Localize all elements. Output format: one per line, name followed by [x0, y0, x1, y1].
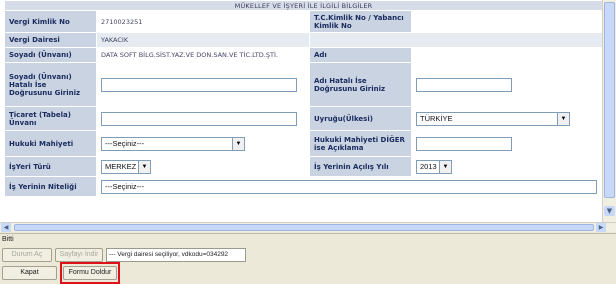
- niteligi-cell: ---Seçiniz---: [95, 176, 602, 197]
- status-bar: Bitti: [0, 233, 616, 245]
- hukuki-mahiyeti-cell: ---Seçiniz--- ▼: [96, 130, 310, 157]
- vergi-kimlik-no-label: Vergi Kimlik No: [4, 10, 97, 33]
- scroll-right-icon[interactable]: ▶: [596, 223, 606, 232]
- hukuki-diger-input[interactable]: [416, 136, 512, 151]
- ticaret-input[interactable]: [101, 111, 297, 126]
- isyeri-turu-select-value: MERKEZ: [105, 161, 137, 171]
- chevron-down-icon[interactable]: ▼: [232, 137, 244, 150]
- taxpayer-form: MÜKELLEF VE İŞYERİ İLE İLGİLİ BİLGİLER V…: [3, 0, 602, 212]
- tc-kimlik-no-value: [410, 10, 602, 33]
- highlight-box: [60, 262, 120, 284]
- vergi-dairesi-value: YAKACIK: [96, 32, 310, 48]
- isyeri-turu-cell: MERKEZ ▼: [96, 156, 310, 177]
- sayfayi-indir-button[interactable]: Sayfayı İndir: [55, 248, 103, 262]
- taxpayer-info-table: MÜKELLEF VE İŞYERİ İLE İLGİLİ BİLGİLER V…: [3, 0, 602, 197]
- uyrugu-select-value: TÜRKİYE: [420, 113, 453, 123]
- uyrugu-select[interactable]: TÜRKİYE ▼: [416, 111, 570, 126]
- vertical-scroll-thumb[interactable]: [604, 2, 615, 198]
- tc-kimlik-no-label: T.C.Kimlik No / Yabancı Kimlik No: [309, 10, 412, 33]
- adi-value: [410, 47, 602, 63]
- uyrugu-cell: TÜRKİYE ▼: [410, 106, 602, 131]
- ticaret-label: Ticaret (Tabela) Ünvanı: [4, 106, 97, 131]
- form-viewport: MÜKELLEF VE İŞYERİ İLE İLGİLİ BİLGİLER V…: [0, 0, 602, 222]
- uyrugu-label: Uyruğu(Ülkesi): [309, 106, 412, 131]
- chevron-down-icon[interactable]: ▼: [439, 160, 451, 173]
- hukuki-diger-cell: [410, 130, 602, 157]
- horizontal-scroll-thumb[interactable]: [14, 224, 594, 231]
- hukuki-mahiyeti-label: Hukuki Mahiyeti: [4, 130, 97, 157]
- form-header: MÜKELLEF VE İŞYERİ İLE İLGİLİ BİLGİLER: [3, 0, 602, 11]
- ticaret-cell: [96, 106, 310, 131]
- soyadi-label: Soyadı (Ünvanı): [4, 47, 97, 63]
- vergi-dairesi-label: Vergi Dairesi: [4, 32, 97, 48]
- horizontal-scrollbar[interactable]: ◀ ▶: [0, 222, 616, 232]
- isyeri-turu-label: İşYeri Türü: [4, 156, 97, 177]
- message-field: --- Vergi dairesi seçiliyor, vdkodu=0342…: [106, 248, 246, 262]
- acilis-yili-select-value: 2013: [420, 161, 437, 171]
- hukuki-mahiyeti-select-value: ---Seçiniz---: [105, 138, 145, 148]
- hukuki-mahiyeti-select[interactable]: ---Seçiniz--- ▼: [101, 136, 245, 151]
- soyadi-hatali-label: Soyadı (Ünvanı) Hatalı İse Doğrusunu Gir…: [4, 62, 97, 107]
- isyeri-turu-select[interactable]: MERKEZ ▼: [101, 159, 151, 174]
- soyadi-hatali-input[interactable]: [101, 77, 297, 92]
- adi-hatali-cell: [410, 62, 602, 107]
- acilis-yili-label: İş Yerinin Açılış Yılı: [309, 156, 412, 177]
- acilis-yili-cell: 2013 ▼: [410, 156, 602, 177]
- adi-hatali-label: Adı Hatalı İse Doğrusunu Giriniz: [309, 62, 412, 107]
- chevron-down-icon[interactable]: ▼: [557, 112, 569, 125]
- vertical-scrollbar[interactable]: ▼: [602, 0, 616, 222]
- soyadi-hatali-cell: [96, 62, 310, 107]
- scroll-down-icon[interactable]: ▼: [604, 206, 615, 216]
- hukuki-diger-label: Hukuki Mahiyeti DİĞER ise Açıklama: [309, 130, 412, 157]
- vergi-dairesi-filler: [308, 32, 602, 48]
- acilis-yili-select[interactable]: 2013 ▼: [416, 159, 452, 174]
- vergi-kimlik-no-value: 2710023251: [96, 10, 310, 33]
- chevron-down-icon[interactable]: ▼: [138, 160, 150, 173]
- niteligi-select[interactable]: ---Seçiniz---: [101, 179, 597, 194]
- kapat-button[interactable]: Kapat: [2, 266, 57, 280]
- scroll-left-icon[interactable]: ◀: [1, 223, 11, 232]
- niteligi-label: İş Yerinin Niteliği: [4, 176, 97, 197]
- adi-label: Adı: [309, 47, 412, 63]
- adi-hatali-input[interactable]: [416, 77, 512, 92]
- soyadi-value: DATA SOFT BİLG.SİST.YAZ.VE DON.SAN.VE Tİ…: [96, 47, 310, 63]
- durum-ac-button[interactable]: Durum Aç: [2, 248, 52, 262]
